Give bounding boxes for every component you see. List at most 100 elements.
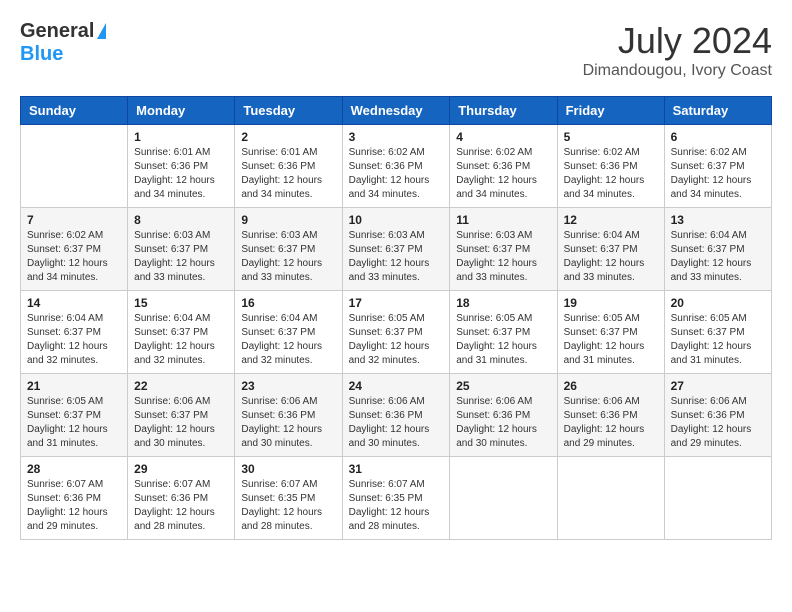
day-info: Sunrise: 6:03 AM Sunset: 6:37 PM Dayligh… (241, 229, 335, 285)
day-info: Sunrise: 6:06 AM Sunset: 6:36 PM Dayligh… (456, 395, 550, 451)
calendar-cell: 10 Sunrise: 6:03 AM Sunset: 6:37 PM Dayli… (342, 208, 450, 291)
day-number: 26 (564, 379, 658, 393)
day-number: 17 (349, 296, 444, 310)
calendar-cell: 29Sunrise: 6:07 AM Sunset: 6:36 PM Dayli… (128, 457, 235, 540)
calendar-cell: 1Sunrise: 6:01 AM Sunset: 6:36 PM Daylig… (128, 125, 235, 208)
calendar-cell: 13 Sunrise: 6:04 AM Sunset: 6:37 PM Dayli… (664, 208, 771, 291)
day-number: 6 (671, 130, 765, 144)
calendar-header-sunday: Sunday (21, 97, 128, 125)
logo-arrow-icon (97, 23, 106, 39)
day-info: Sunrise: 6:06 AM Sunset: 6:36 PM Dayligh… (671, 395, 765, 451)
day-info: Sunrise: 6:06 AM Sunset: 6:36 PM Dayligh… (564, 395, 658, 451)
calendar-cell (21, 125, 128, 208)
day-info: Sunrise: 6:06 AM Sunset: 6:36 PM Dayligh… (349, 395, 444, 451)
day-number: 4 (456, 130, 550, 144)
logo: General Blue (20, 20, 106, 66)
calendar-cell (557, 457, 664, 540)
day-info: Sunrise: 6:06 AM Sunset: 6:37 PM Dayligh… (134, 395, 228, 451)
day-number: 28 (27, 462, 121, 476)
day-number: 14 (27, 296, 121, 310)
calendar-cell: 16 Sunrise: 6:04 AM Sunset: 6:37 PM Dayli… (235, 291, 342, 374)
day-number: 11 (456, 213, 550, 227)
day-info: Sunrise: 6:02 AM Sunset: 6:37 PM Dayligh… (671, 146, 765, 202)
day-number: 13 (671, 213, 765, 227)
day-info: Sunrise: 6:02 AM Sunset: 6:36 PM Dayligh… (456, 146, 550, 202)
calendar-cell: 3Sunrise: 6:02 AM Sunset: 6:36 PM Daylig… (342, 125, 450, 208)
day-number: 8 (134, 213, 228, 227)
day-info: Sunrise: 6:04 AM Sunset: 6:37 PM Dayligh… (27, 312, 121, 368)
day-info: Sunrise: 6:03 AM Sunset: 6:37 PM Dayligh… (349, 229, 444, 285)
calendar-cell: 21Sunrise: 6:05 AM Sunset: 6:37 PM Dayli… (21, 374, 128, 457)
calendar-cell: 2 Sunrise: 6:01 AM Sunset: 6:36 PM Daylig… (235, 125, 342, 208)
calendar-week-row: 28 Sunrise: 6:07 AM Sunset: 6:36 PM Dayli… (21, 457, 772, 540)
calendar-header-saturday: Saturday (664, 97, 771, 125)
calendar-cell: 5 Sunrise: 6:02 AM Sunset: 6:36 PM Daylig… (557, 125, 664, 208)
day-number: 10 (349, 213, 444, 227)
day-number: 24 (349, 379, 444, 393)
day-number: 19 (564, 296, 658, 310)
calendar-cell: 14 Sunrise: 6:04 AM Sunset: 6:37 PM Dayli… (21, 291, 128, 374)
day-info: Sunrise: 6:04 AM Sunset: 6:37 PM Dayligh… (671, 229, 765, 285)
day-info: Sunrise: 6:01 AM Sunset: 6:36 PM Dayligh… (241, 146, 335, 202)
calendar-cell: 31 Sunrise: 6:07 AM Sunset: 6:35 PM Dayli… (342, 457, 450, 540)
calendar-week-row: 7Sunrise: 6:02 AM Sunset: 6:37 PM Daylig… (21, 208, 772, 291)
day-number: 27 (671, 379, 765, 393)
calendar-cell: 7Sunrise: 6:02 AM Sunset: 6:37 PM Daylig… (21, 208, 128, 291)
day-number: 7 (27, 213, 121, 227)
page-header: General Blue July 2024 Dimandougou, Ivor… (20, 20, 772, 80)
day-info: Sunrise: 6:05 AM Sunset: 6:37 PM Dayligh… (27, 395, 121, 451)
day-number: 12 (564, 213, 658, 227)
day-number: 22 (134, 379, 228, 393)
logo-blue-text: Blue (20, 43, 63, 65)
calendar-cell: 9 Sunrise: 6:03 AM Sunset: 6:37 PM Daylig… (235, 208, 342, 291)
day-number: 25 (456, 379, 550, 393)
day-info: Sunrise: 6:03 AM Sunset: 6:37 PM Dayligh… (456, 229, 550, 285)
day-number: 31 (349, 462, 444, 476)
day-info: Sunrise: 6:05 AM Sunset: 6:37 PM Dayligh… (671, 312, 765, 368)
day-number: 16 (241, 296, 335, 310)
calendar-cell: 17Sunrise: 6:05 AM Sunset: 6:37 PM Dayli… (342, 291, 450, 374)
calendar-cell (664, 457, 771, 540)
day-info: Sunrise: 6:02 AM Sunset: 6:36 PM Dayligh… (564, 146, 658, 202)
day-info: Sunrise: 6:04 AM Sunset: 6:37 PM Dayligh… (241, 312, 335, 368)
day-info: Sunrise: 6:04 AM Sunset: 6:37 PM Dayligh… (564, 229, 658, 285)
day-info: Sunrise: 6:03 AM Sunset: 6:37 PM Dayligh… (134, 229, 228, 285)
calendar-cell: 11 Sunrise: 6:03 AM Sunset: 6:37 PM Dayli… (450, 208, 557, 291)
day-number: 30 (241, 462, 335, 476)
calendar-table: SundayMondayTuesdayWednesdayThursdayFrid… (20, 96, 772, 540)
calendar-cell: 27 Sunrise: 6:06 AM Sunset: 6:36 PM Dayli… (664, 374, 771, 457)
day-number: 2 (241, 130, 335, 144)
calendar-week-row: 1 Sunrise: 6:01 AM Sunset: 6:36 PM Daylig… (21, 125, 772, 208)
calendar-cell: 15Sunrise: 6:04 AM Sunset: 6:37 PM Dayli… (128, 291, 235, 374)
calendar-cell (450, 457, 557, 540)
day-info: Sunrise: 6:07 AM Sunset: 6:36 PM Dayligh… (27, 478, 121, 534)
day-number: 15 (134, 296, 228, 310)
day-number: 1 (134, 130, 228, 144)
day-number: 9 (241, 213, 335, 227)
day-number: 20 (671, 296, 765, 310)
title-block: July 2024 Dimandougou, Ivory Coast (583, 20, 772, 80)
calendar-cell: 6 Sunrise: 6:02 AM Sunset: 6:37 PM Daylig… (664, 125, 771, 208)
calendar-cell: 4 Sunrise: 6:02 AM Sunset: 6:36 PM Daylig… (450, 125, 557, 208)
calendar-header-friday: Friday (557, 97, 664, 125)
calendar-cell: 20 Sunrise: 6:05 AM Sunset: 6:37 PM Dayli… (664, 291, 771, 374)
logo-general-text: General (20, 20, 94, 43)
day-number: 18 (456, 296, 550, 310)
day-number: 5 (564, 130, 658, 144)
day-number: 3 (349, 130, 444, 144)
calendar-cell: 30 Sunrise: 6:07 AM Sunset: 6:35 PM Dayli… (235, 457, 342, 540)
day-info: Sunrise: 6:05 AM Sunset: 6:37 PM Dayligh… (456, 312, 550, 368)
calendar-header-wednesday: Wednesday (342, 97, 450, 125)
calendar-cell: 26 Sunrise: 6:06 AM Sunset: 6:36 PM Dayli… (557, 374, 664, 457)
calendar-cell: 18 Sunrise: 6:05 AM Sunset: 6:37 PM Dayli… (450, 291, 557, 374)
calendar-week-row: 21Sunrise: 6:05 AM Sunset: 6:37 PM Dayli… (21, 374, 772, 457)
calendar-cell: 24 Sunrise: 6:06 AM Sunset: 6:36 PM Dayli… (342, 374, 450, 457)
month-title: July 2024 (583, 20, 772, 62)
day-info: Sunrise: 6:07 AM Sunset: 6:35 PM Dayligh… (241, 478, 335, 534)
calendar-cell: 22 Sunrise: 6:06 AM Sunset: 6:37 PM Dayli… (128, 374, 235, 457)
day-info: Sunrise: 6:06 AM Sunset: 6:36 PM Dayligh… (241, 395, 335, 451)
day-info: Sunrise: 6:07 AM Sunset: 6:35 PM Dayligh… (349, 478, 444, 534)
calendar-header-thursday: Thursday (450, 97, 557, 125)
calendar-cell: 19Sunrise: 6:05 AM Sunset: 6:37 PM Dayli… (557, 291, 664, 374)
day-number: 23 (241, 379, 335, 393)
